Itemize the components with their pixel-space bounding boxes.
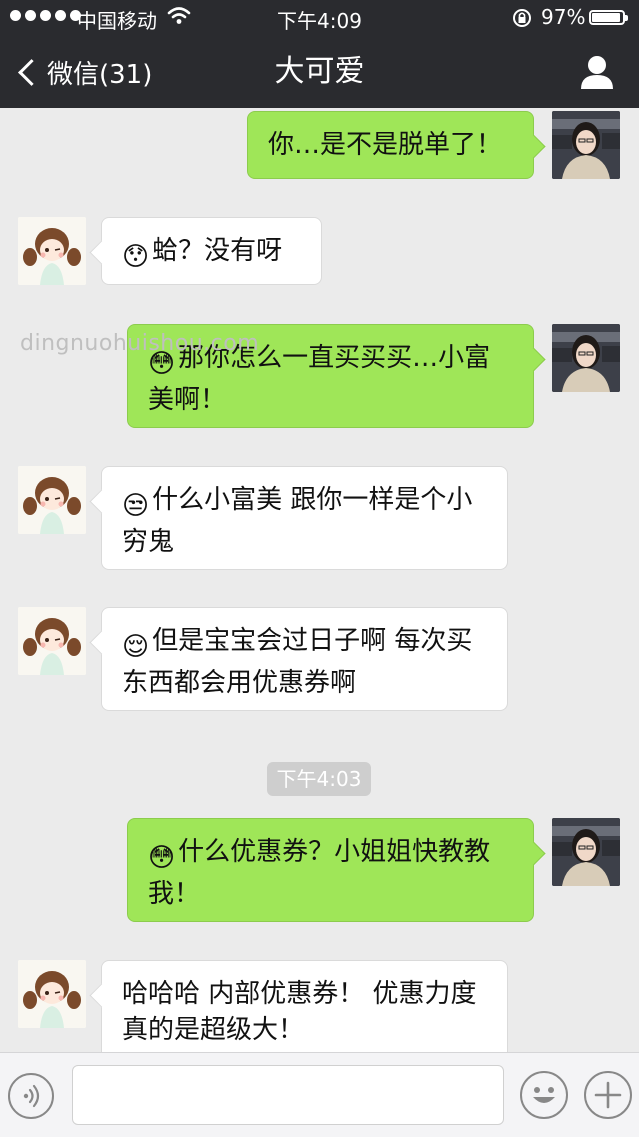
- time-divider: 下午4:03: [267, 762, 371, 796]
- my-avatar[interactable]: [552, 111, 620, 179]
- message-bubble-received[interactable]: 😌 但是宝宝会过日子啊 每次买东西都会用优惠券啊: [101, 607, 508, 711]
- chat-area[interactable]: 你…是不是脱单了！ 😯 蛤？没有呀 😳 那你怎么一直买买买…小富美啊！ 😒 什么…: [0, 108, 639, 1052]
- message-bubble-received[interactable]: 😯 蛤？没有呀: [101, 217, 322, 285]
- status-bar: 中国移动 下午4:09 97%: [0, 0, 639, 36]
- voice-button[interactable]: [8, 1073, 54, 1119]
- message-input[interactable]: [72, 1065, 504, 1125]
- contact-avatar[interactable]: [18, 960, 86, 1028]
- message-text: 什么优惠券？小姐姐快教教我！: [148, 837, 491, 909]
- message-bubble-received[interactable]: 哈哈哈 内部优惠券！ 优惠力度真的是超级大！: [101, 960, 508, 1052]
- message-text: 哈哈哈 内部优惠券！ 优惠力度真的是超级大！: [122, 979, 477, 1045]
- plus-icon: [594, 1081, 622, 1109]
- battery-icon: [589, 10, 628, 25]
- navigation-bar: 微信(31) 大可爱: [0, 36, 639, 108]
- chat-title: 大可爱: [274, 54, 365, 89]
- emoji-button[interactable]: [520, 1071, 568, 1119]
- profile-icon[interactable]: [578, 54, 616, 90]
- message-text: 你…是不是脱单了！: [268, 130, 503, 160]
- rotation-lock-icon: [510, 6, 534, 35]
- message-text: 那你怎么一直买买买…小富美啊！: [148, 343, 491, 415]
- contact-avatar[interactable]: [18, 466, 86, 534]
- flushed-face-icon: 😳: [148, 349, 176, 379]
- unamused-face-icon: 😒: [122, 491, 150, 521]
- contact-avatar[interactable]: [18, 217, 86, 285]
- message-text: 蛤？没有呀: [152, 236, 283, 266]
- emoji-icon: [533, 1087, 555, 1103]
- relieved-face-icon: 😌: [122, 632, 150, 662]
- message-bubble-sent[interactable]: 😳 什么优惠券？小姐姐快教教我！: [127, 818, 534, 922]
- my-avatar[interactable]: [552, 818, 620, 886]
- message-bubble-received[interactable]: 😒 什么小富美 跟你一样是个小穷鬼: [101, 466, 508, 570]
- flushed-face-icon: 😳: [148, 843, 176, 873]
- contact-avatar[interactable]: [18, 607, 86, 675]
- voice-icon: [23, 1084, 40, 1108]
- surprised-face-icon: 😯: [122, 242, 150, 272]
- battery-percentage: 97%: [541, 5, 586, 29]
- input-bar: [0, 1052, 639, 1137]
- message-text: 什么小富美 跟你一样是个小穷鬼: [122, 485, 473, 557]
- more-button[interactable]: [584, 1071, 632, 1119]
- my-avatar[interactable]: [552, 324, 620, 392]
- message-bubble-sent[interactable]: 你…是不是脱单了！: [247, 111, 534, 179]
- message-bubble-sent[interactable]: 😳 那你怎么一直买买买…小富美啊！: [127, 324, 534, 428]
- message-text: 但是宝宝会过日子啊 每次买东西都会用优惠券啊: [122, 626, 473, 698]
